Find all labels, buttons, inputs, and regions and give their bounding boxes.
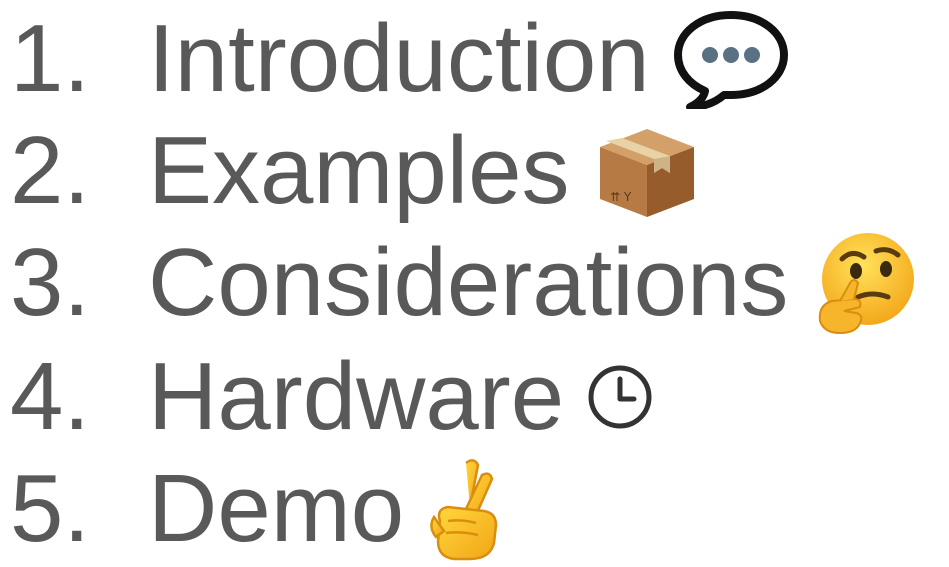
item-number: 4. xyxy=(10,342,91,450)
agenda-item-introduction: 1. Introduction xyxy=(0,2,790,115)
agenda-item-considerations: 3. Considerations xyxy=(0,226,920,339)
thinking-face-icon xyxy=(810,229,920,337)
slide: 1. Introduction 2. Examples ⇈ Y 3. Consi… xyxy=(0,0,949,567)
clock-icon xyxy=(586,363,654,431)
item-label: Demo xyxy=(148,454,405,562)
item-number: 1. xyxy=(10,4,91,112)
svg-text:⇈ Y: ⇈ Y xyxy=(610,190,632,204)
crossed-fingers-icon xyxy=(426,455,506,563)
item-number: 2. xyxy=(10,116,91,224)
package-icon: ⇈ Y xyxy=(592,121,702,221)
item-label: Considerations xyxy=(148,228,789,336)
agenda-item-demo: 5. Demo xyxy=(0,452,506,565)
agenda-item-examples: 2. Examples ⇈ Y xyxy=(0,114,702,227)
item-label: Introduction xyxy=(148,4,650,112)
item-number: 5. xyxy=(10,454,91,562)
agenda-item-hardware: 4. Hardware xyxy=(0,340,654,453)
item-label: Hardware xyxy=(148,342,565,450)
speech-balloon-icon xyxy=(672,9,790,109)
item-number: 3. xyxy=(10,228,91,336)
item-label: Examples xyxy=(148,116,570,224)
